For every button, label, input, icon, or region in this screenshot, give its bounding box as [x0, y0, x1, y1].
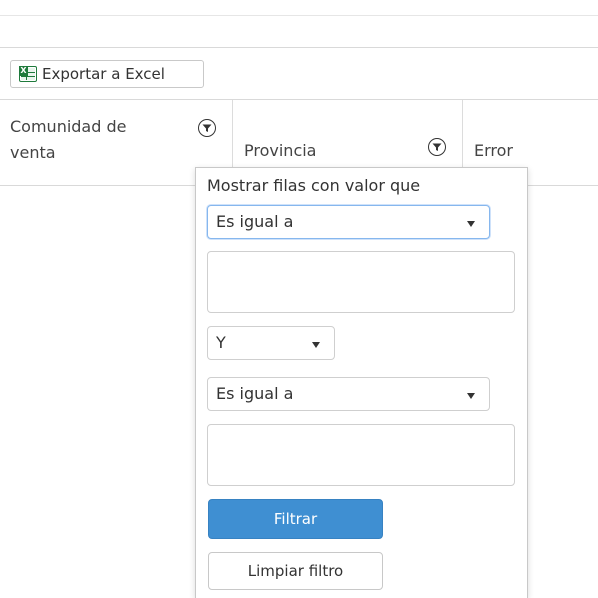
column-title: Provincia — [244, 141, 317, 160]
clear-filter-button[interactable]: Limpiar filtro — [208, 552, 383, 590]
filter-value-input-2[interactable] — [207, 424, 515, 486]
chevron-down-icon — [467, 221, 475, 227]
chevron-down-icon — [467, 393, 475, 399]
grid-toolbar: Exportar a Excel — [0, 47, 598, 100]
chevron-down-icon — [312, 342, 320, 348]
filter-button[interactable]: Filtrar — [208, 499, 383, 539]
filter-value-input-1[interactable] — [207, 251, 515, 313]
export-excel-button[interactable]: Exportar a Excel — [10, 60, 204, 88]
column-title: Error — [474, 141, 513, 160]
operator-select-2[interactable]: Es igual a — [207, 377, 490, 411]
filter-menu-label: Mostrar filas con valor que — [207, 176, 421, 195]
excel-icon — [19, 66, 37, 82]
filter-menu-popup: Mostrar filas con valor que Es igual a Y… — [195, 167, 528, 598]
operator-select-1-value: Es igual a — [216, 212, 294, 231]
column-title: Comunidad de — [10, 117, 127, 136]
column-title-line2: venta — [10, 143, 56, 162]
filter-icon[interactable] — [198, 119, 216, 137]
logic-select-value: Y — [216, 333, 226, 352]
operator-select-1[interactable]: Es igual a — [207, 205, 490, 239]
logic-select[interactable]: Y — [207, 326, 335, 360]
top-divider — [0, 15, 598, 16]
export-excel-label: Exportar a Excel — [42, 65, 165, 83]
operator-select-2-value: Es igual a — [216, 384, 294, 403]
filter-icon[interactable] — [428, 138, 446, 156]
